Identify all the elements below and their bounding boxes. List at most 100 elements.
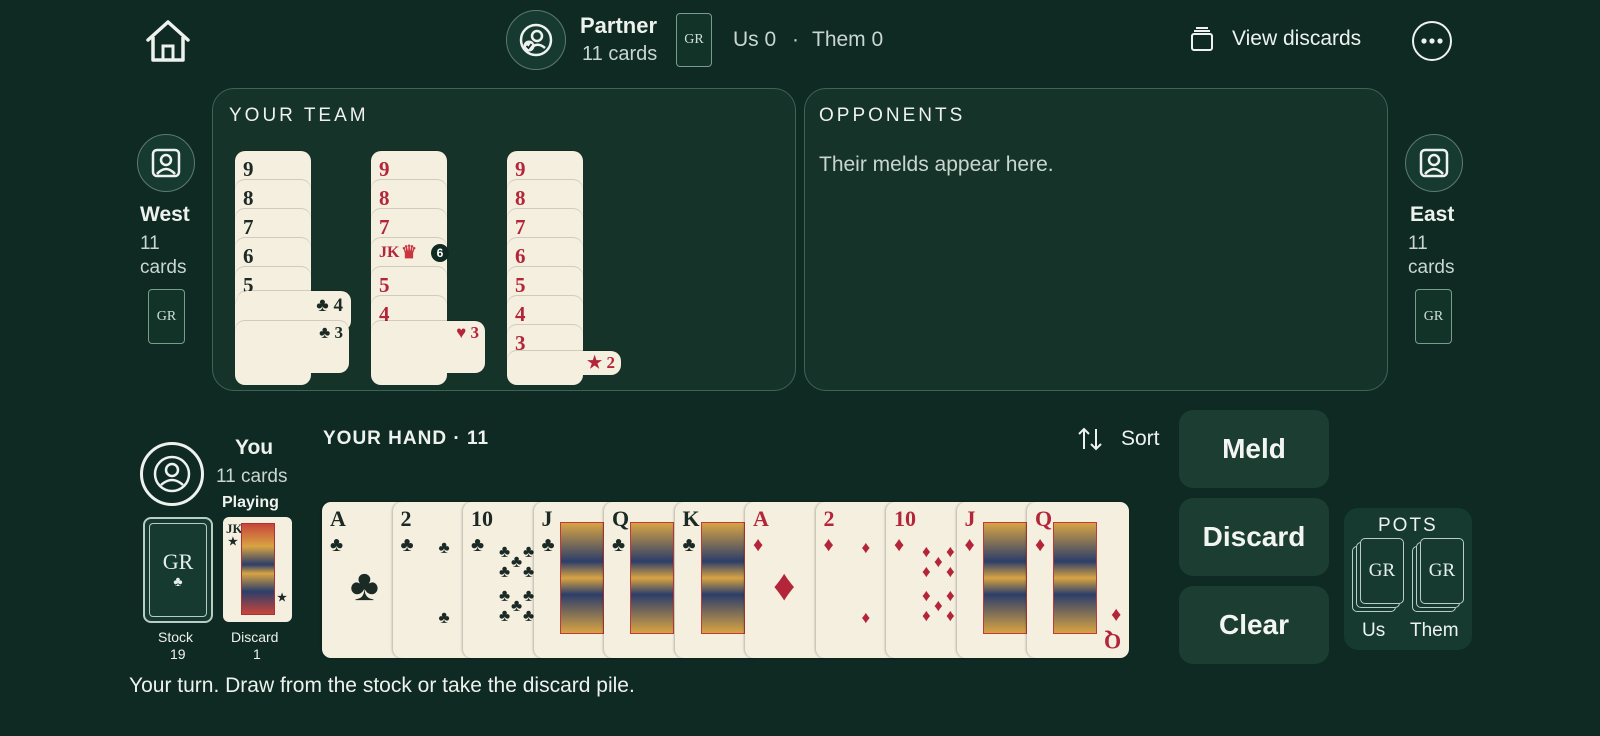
partner-avatar	[506, 10, 566, 70]
meld-side-card: ♥ 3	[371, 321, 485, 373]
card-pip: ♣	[511, 552, 523, 571]
your-status: Playing	[222, 494, 279, 511]
score-us: Us 0	[733, 28, 777, 51]
meld-card-rank: 8	[243, 186, 254, 210]
meld-side-card: ♣ 3	[235, 321, 349, 373]
card-pip: ♣	[523, 542, 535, 561]
view-discards-label: View discards	[1232, 27, 1362, 50]
card-suit-icon: ♦	[753, 534, 764, 556]
card-suit-icon: ♣	[400, 534, 414, 556]
more-dots-icon	[1421, 38, 1443, 44]
view-discards-button[interactable]: View discards	[1190, 24, 1380, 56]
card-rank: 2	[400, 506, 412, 531]
ace-suit-icon: ♣	[350, 561, 379, 610]
card-pip: ♦	[922, 542, 931, 561]
meld-card-rank: 9	[243, 157, 254, 181]
team-melds: 9876543♣ 4♣ 3987JK♛5436♥ 39876543★ 2	[213, 89, 797, 392]
joker-represents-badge: 6	[431, 244, 449, 262]
pots-title: POTS	[1378, 515, 1438, 536]
card-pip: ♦	[946, 606, 955, 625]
meld-card-rank: 7	[515, 215, 526, 239]
meld-button[interactable]: Meld	[1179, 410, 1329, 488]
card-suit-icon-inverted: ♦	[1110, 604, 1121, 626]
card-pip: ♦	[934, 596, 943, 615]
hand-title: YOUR HAND · 11	[323, 428, 490, 449]
stock-label: Stock	[158, 629, 194, 645]
court-figure	[630, 522, 674, 634]
discard-pile[interactable]: JK ★ ★	[223, 517, 292, 622]
card-rank: Q	[612, 506, 630, 531]
club-icon: ♣	[173, 575, 183, 590]
stock-pile[interactable]: GR ♣	[143, 517, 213, 623]
card-rank: J	[964, 506, 976, 531]
user-icon	[153, 455, 191, 493]
discard-button[interactable]: Discard	[1179, 498, 1329, 576]
meld-card-rank: 4	[515, 302, 526, 326]
stock-count: 19	[170, 646, 186, 662]
card-rank: A	[330, 506, 346, 531]
card-rank: 10	[894, 506, 916, 531]
score-them: Them 0	[812, 28, 884, 51]
west-name: West	[140, 203, 190, 226]
card-pip: ♦	[922, 606, 931, 625]
meld-card-rank: 9	[379, 157, 390, 181]
card-pip: ♣	[499, 586, 511, 605]
status-text: Your turn. Draw from the stock or take t…	[129, 674, 635, 697]
more-menu-button[interactable]	[1412, 21, 1452, 61]
west-card-back: GR	[148, 289, 185, 344]
user-icon	[151, 148, 181, 178]
east-name: East	[1410, 203, 1455, 226]
clear-button[interactable]: Clear	[1179, 586, 1329, 664]
court-figure	[1053, 522, 1097, 634]
pot-them[interactable]: GR	[1412, 538, 1468, 614]
pot-us-label: Us	[1362, 620, 1386, 641]
card-rank: A	[753, 506, 769, 531]
card-rank: Q	[1035, 506, 1053, 531]
card-pip: ♦	[861, 538, 871, 557]
card-pip: ♣	[523, 586, 535, 605]
card-suit-icon: ♣	[471, 534, 485, 556]
meld-card-rank: 9	[515, 157, 526, 181]
east-avatar	[1405, 134, 1463, 192]
pot-card-back: GR	[1360, 538, 1404, 604]
discard-count: 1	[253, 646, 261, 662]
card-pip: ♣	[523, 606, 535, 625]
west-avatar	[137, 134, 195, 192]
user-check-icon	[519, 23, 553, 57]
west-card-count-unit: cards	[140, 257, 187, 278]
sort-arrows-icon	[1078, 427, 1102, 451]
court-figure	[700, 522, 745, 634]
opponents-title: OPPONENTS	[819, 105, 966, 126]
pot-us-back-text: GR	[1368, 560, 1396, 581]
ace-suit-icon: ♦	[773, 561, 796, 610]
meld-card-rank: 8	[379, 186, 390, 210]
pot-them-label: Them	[1410, 620, 1459, 641]
meld-card-rank: 5	[515, 273, 526, 297]
meld-card-rank: 5	[379, 273, 390, 297]
meld-side-card-rank: ♣ 4	[316, 295, 343, 316]
sort-button[interactable]: Sort	[1076, 424, 1168, 454]
card-suit-icon: ♦	[894, 534, 905, 556]
meld-side-card: ★ 2	[507, 351, 621, 375]
star-icon: ★	[228, 536, 238, 548]
pot-us[interactable]: GR	[1352, 538, 1408, 614]
hand-card[interactable]: Q ♦ Q ♦	[1027, 502, 1129, 658]
card-suit-icon: ♣	[682, 534, 696, 556]
card-rank: 10	[471, 506, 493, 531]
hand-cards: A ♣ ♣ 2 ♣ ♣ ♣ 10 ♣ ♣ ♣ ♣ ♣ ♣ ♣ ♣ ♣ ♣ ♣ J ♣ Q ♣ K ♣ A ♦ ♦ 2 ♦ ♦ ♦ 10 ♦ ♦ ♦ ♦ ♦…	[322, 502, 1132, 660]
court-figure	[982, 522, 1027, 634]
your-name: You	[235, 436, 274, 459]
meld-card-rank: JK	[379, 244, 400, 261]
joker-figure	[241, 523, 275, 615]
meld-card-rank: 8	[515, 186, 526, 210]
meld-card-rank: 7	[379, 215, 390, 239]
home-button[interactable]	[144, 18, 192, 64]
west-card-count: 11	[140, 233, 160, 254]
card-pip: ♦	[922, 586, 931, 605]
card-rank-inverted: Q	[1103, 629, 1121, 654]
card-pip: ♣	[499, 542, 511, 561]
crown-icon: ♛	[401, 242, 418, 262]
card-rank: K	[682, 506, 700, 531]
card-pip: ♦	[946, 586, 955, 605]
card-pip: ♦	[934, 552, 943, 571]
